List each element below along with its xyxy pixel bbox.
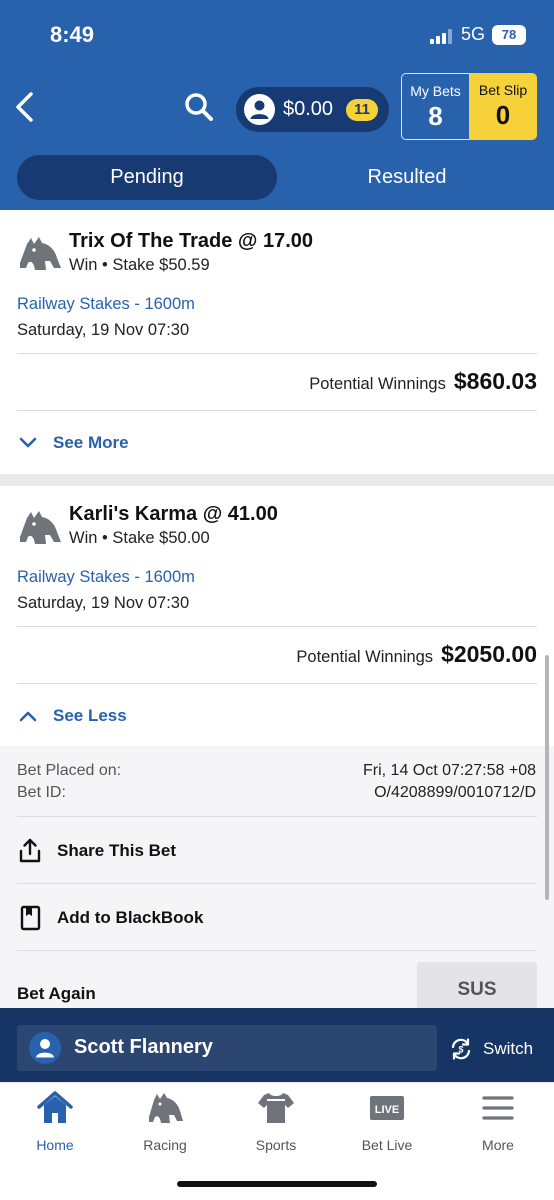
potential-winnings-value: $2050.00: [441, 641, 537, 667]
bet-card: Trix Of The Trade @ 17.00 Win • Stake $5…: [0, 210, 554, 474]
bet-placed-label: Bet Placed on:: [17, 762, 122, 779]
bet-again-sus-button[interactable]: SUS: [417, 962, 537, 1008]
nav-home[interactable]: Home: [0, 1089, 110, 1159]
see-less-button[interactable]: See Less: [17, 703, 127, 729]
see-more-button[interactable]: See More: [17, 430, 129, 456]
tab-resulted[interactable]: Resulted: [277, 155, 537, 200]
horse-icon: [17, 232, 63, 272]
bet-id-value: O/4208899/0010712/D: [374, 784, 536, 801]
potential-winnings-label: Potential Winnings: [309, 375, 446, 393]
nav-racing-label: Racing: [143, 1137, 187, 1153]
my-bets-button[interactable]: My Bets 8: [401, 73, 469, 140]
nav-bet-live[interactable]: LIVE Bet Live: [332, 1089, 442, 1159]
svg-text:$: $: [458, 1045, 463, 1055]
race-date: Saturday, 19 Nov 07:30: [17, 321, 190, 339]
race-date: Saturday, 19 Nov 07:30: [17, 594, 190, 612]
app-header: 8:49 5G 78 $0.00 11 My Bets 8 Bet Slip 0…: [0, 0, 554, 210]
switch-icon: $: [451, 1038, 471, 1060]
scrollbar[interactable]: [545, 655, 549, 900]
svg-text:LIVE: LIVE: [375, 1104, 399, 1116]
add-to-blackbook-label: Add to BlackBook: [57, 908, 204, 927]
notification-badge: 11: [346, 99, 378, 121]
divider: [17, 410, 537, 411]
see-less-label: See Less: [53, 706, 127, 725]
nav-racing[interactable]: Racing: [110, 1089, 220, 1159]
divider: [17, 626, 537, 627]
see-more-label: See More: [53, 433, 129, 452]
share-bet-label: Share This Bet: [57, 841, 177, 860]
bet-selection-title: Trix Of The Trade @ 17.00: [69, 230, 314, 252]
signal-strength-icon: [430, 28, 454, 44]
bet-card: Karli's Karma @ 41.00 Win • Stake $50.00…: [0, 486, 554, 746]
nav-home-label: Home: [36, 1137, 74, 1153]
chevron-left-icon: [16, 92, 33, 122]
separator-dot: •: [102, 529, 113, 547]
battery-indicator: 78: [492, 25, 526, 45]
chevron-up-icon: [19, 711, 37, 722]
live-icon: LIVE: [370, 1096, 404, 1120]
home-indicator: [177, 1181, 377, 1187]
bet-stake: Stake $50.59: [112, 256, 210, 274]
add-to-blackbook-button[interactable]: Add to BlackBook: [17, 904, 203, 932]
nav-more-label: More: [482, 1137, 514, 1153]
tab-pending[interactable]: Pending: [17, 155, 277, 200]
bet-type: Win: [69, 256, 98, 274]
user-avatar-icon: [244, 94, 275, 125]
chevron-down-icon: [19, 437, 37, 448]
potential-winnings: Potential Winnings $860.03: [309, 368, 537, 395]
nav-bet-live-label: Bet Live: [361, 1137, 413, 1153]
menu-icon: [482, 1096, 514, 1120]
bet-slip-label: Bet Slip: [478, 82, 528, 98]
divider: [17, 950, 537, 951]
blackbook-icon: [20, 905, 41, 931]
bet-slip-button[interactable]: Bet Slip 0: [469, 73, 537, 140]
balance-amount: $0.00: [283, 98, 334, 120]
race-link[interactable]: Railway Stakes - 1600m: [17, 568, 195, 587]
potential-winnings: Potential Winnings $2050.00: [296, 641, 537, 668]
nav-more[interactable]: More: [443, 1089, 553, 1159]
bet-again-label: Bet Again: [17, 984, 96, 1003]
divider: [17, 353, 537, 354]
user-avatar-icon: [29, 1032, 61, 1064]
my-bets-count: 8: [428, 101, 443, 131]
bet-type-stake: Win • Stake $50.00: [69, 529, 210, 548]
network-type: 5G: [461, 24, 486, 44]
bet-details-panel: Bet Placed on: Fri, 14 Oct 07:27:58 +08 …: [0, 746, 554, 1008]
potential-winnings-label: Potential Winnings: [296, 648, 434, 666]
card-separator: [0, 474, 554, 486]
account-bar: Scott Flannery $ Switch: [0, 1008, 554, 1082]
status-time: 8:49: [50, 22, 95, 47]
account-balance-button[interactable]: $0.00 11: [236, 87, 389, 132]
account-name: Scott Flannery: [74, 1036, 213, 1058]
bet-placed-value: Fri, 14 Oct 07:27:58 +08: [363, 762, 536, 779]
account-selector[interactable]: Scott Flannery: [17, 1025, 437, 1071]
search-icon: [185, 93, 213, 121]
nav-sports[interactable]: Sports: [221, 1089, 331, 1159]
home-icon: [37, 1091, 73, 1123]
bet-stake: Stake $50.00: [112, 529, 210, 547]
bet-slip-count: 0: [495, 100, 511, 130]
horse-icon: [17, 506, 63, 546]
horse-icon: [149, 1093, 183, 1123]
bet-type: Win: [69, 529, 98, 547]
race-link[interactable]: Railway Stakes - 1600m: [17, 295, 195, 314]
separator-dot: •: [102, 256, 113, 274]
share-icon: [19, 838, 41, 863]
bet-type-stake: Win • Stake $50.59: [69, 256, 210, 275]
divider: [17, 683, 537, 684]
share-bet-button[interactable]: Share This Bet: [17, 837, 176, 865]
divider: [17, 883, 537, 884]
jersey-icon: [258, 1093, 294, 1123]
bet-selection-title: Karli's Karma @ 41.00: [69, 503, 278, 525]
switch-account-button[interactable]: $ Switch: [449, 1037, 533, 1061]
switch-label: Switch: [483, 1039, 534, 1058]
bet-id-label: Bet ID:: [17, 784, 66, 801]
potential-winnings-value: $860.03: [453, 368, 537, 394]
nav-sports-label: Sports: [255, 1137, 297, 1153]
search-button[interactable]: [182, 90, 216, 124]
my-bets-label: My Bets: [410, 83, 461, 99]
divider: [17, 816, 537, 817]
back-button[interactable]: [10, 88, 40, 126]
